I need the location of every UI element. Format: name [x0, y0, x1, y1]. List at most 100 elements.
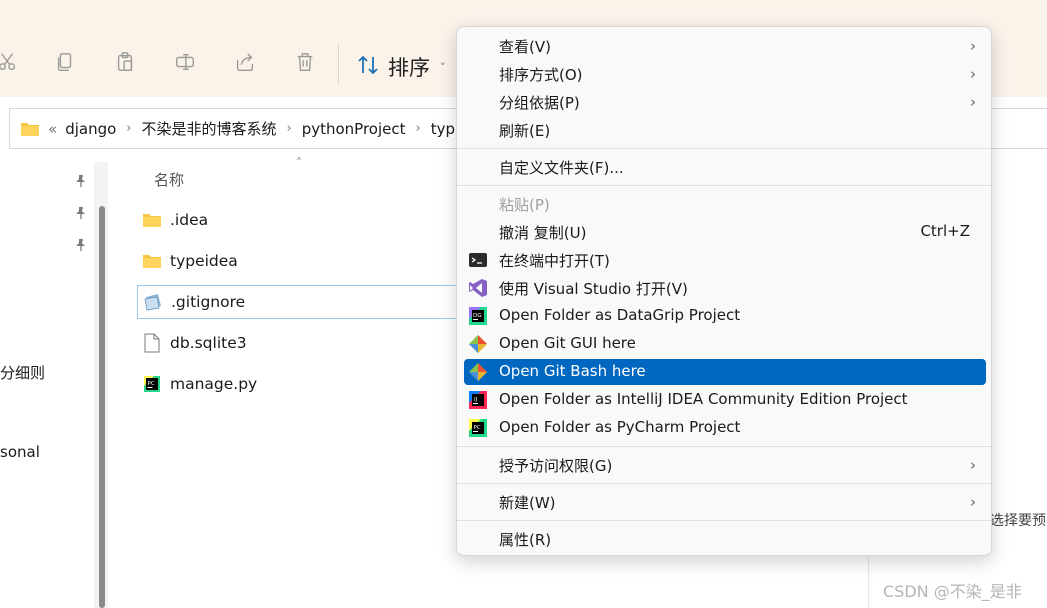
file-name: .gitignore	[171, 293, 246, 311]
menu-item-label: 使用 Visual Studio 打开(V)	[499, 280, 688, 298]
menu-item-intellij[interactable]: IJ Open Folder as IntelliJ IDEA Communit…	[464, 387, 986, 413]
pin-icon[interactable]	[74, 173, 88, 187]
git-bash-icon	[468, 362, 488, 382]
pin-icon[interactable]	[74, 237, 88, 251]
menu-item-datagrip[interactable]: DG Open Folder as DataGrip Project	[464, 303, 986, 329]
menu-item-git-gui[interactable]: Open Git GUI here	[464, 331, 986, 357]
chevron-right-icon: ›	[970, 493, 976, 511]
list-item[interactable]: typeidea	[137, 244, 467, 278]
menu-item-label: 在终端中打开(T)	[499, 252, 610, 270]
intellij-idea-icon: IJ	[468, 390, 488, 410]
chevron-right-icon: ›	[970, 65, 976, 83]
file-name: db.sqlite3	[170, 334, 247, 352]
menu-item-open-in-terminal[interactable]: 在终端中打开(T)	[464, 247, 986, 273]
file-name: manage.py	[170, 375, 258, 393]
copy-icon[interactable]	[53, 50, 77, 74]
pycharm-file-icon: PC	[141, 374, 163, 394]
svg-text:PC: PC	[148, 381, 155, 387]
gitignore-file-icon	[142, 292, 164, 312]
svg-text:PC: PC	[474, 425, 481, 431]
nav-item[interactable]: sonal	[0, 443, 40, 461]
svg-text:IJ: IJ	[474, 397, 478, 403]
menu-item-refresh[interactable]: 刷新(E)	[464, 117, 986, 143]
breadcrumb-item[interactable]: typ	[431, 120, 455, 138]
menu-item-label: 自定义文件夹(F)...	[499, 159, 624, 177]
pin-icon[interactable]	[74, 205, 88, 219]
menu-item-label: 排序方式(O)	[499, 66, 583, 84]
menu-item-view[interactable]: 查看(V) ›	[464, 33, 986, 59]
sort-label: 排序	[388, 56, 430, 80]
menu-item-label: 查看(V)	[499, 38, 551, 56]
nav-item[interactable]: 分细则	[0, 362, 45, 383]
menu-item-label: Open Folder as IntelliJ IDEA Community E…	[499, 390, 908, 408]
menu-item-open-visual-studio[interactable]: 使用 Visual Studio 打开(V)	[464, 275, 986, 301]
list-item[interactable]: PC manage.py	[137, 367, 467, 401]
chevron-right-icon[interactable]: ›	[287, 121, 292, 136]
menu-separator	[457, 185, 991, 186]
rename-icon[interactable]	[173, 50, 197, 74]
breadcrumb-overflow[interactable]: «	[48, 120, 57, 138]
chevron-right-icon[interactable]: ›	[126, 121, 131, 136]
menu-item-label: 刷新(E)	[499, 122, 551, 140]
menu-item-label: Open Folder as PyCharm Project	[499, 418, 741, 436]
menu-item-grant-access[interactable]: 授予访问权限(G) ›	[464, 452, 986, 478]
sort-ascending-icon: ˄	[296, 156, 302, 170]
menu-item-label: 属性(R)	[499, 531, 552, 549]
menu-item-label: Open Git GUI here	[499, 334, 636, 352]
chevron-right-icon: ›	[970, 37, 976, 55]
list-item[interactable]: db.sqlite3	[137, 326, 467, 360]
chevron-right-icon: ›	[970, 456, 976, 474]
menu-item-undo-copy[interactable]: 撤消 复制(U) Ctrl+Z	[464, 219, 986, 245]
sort-icon	[356, 53, 380, 81]
chevron-right-icon[interactable]: ›	[416, 121, 421, 136]
list-item[interactable]: .idea	[137, 203, 467, 237]
column-header-name[interactable]: 名称	[154, 169, 184, 190]
cut-icon[interactable]	[0, 50, 20, 74]
folder-icon	[141, 251, 163, 271]
menu-separator	[457, 148, 991, 149]
file-name: .idea	[170, 211, 209, 229]
preview-pane-hint: 选择要预	[990, 513, 1046, 529]
menu-item-label: 粘贴(P)	[499, 196, 550, 214]
menu-item-git-bash[interactable]: Open Git Bash here	[464, 359, 986, 385]
menu-item-label: Open Folder as DataGrip Project	[499, 306, 741, 324]
menu-item-properties[interactable]: 属性(R)	[464, 526, 986, 552]
shortcut-label: Ctrl+Z	[920, 222, 970, 240]
menu-item-pycharm[interactable]: PC Open Folder as PyCharm Project	[464, 415, 986, 441]
menu-separator	[457, 520, 991, 521]
nav-scrollbar-thumb[interactable]	[99, 206, 105, 608]
paste-icon[interactable]	[113, 50, 137, 74]
sort-button[interactable]: 排序 ˅	[356, 50, 446, 84]
menu-item-label: 授予访问权限(G)	[499, 457, 613, 475]
visual-studio-icon	[468, 278, 488, 298]
menu-item-label: 分组依据(P)	[499, 94, 580, 112]
menu-item-label: 撤消 复制(U)	[499, 224, 587, 242]
menu-item-new[interactable]: 新建(W) ›	[464, 489, 986, 515]
watermark: CSDN @不染_是非	[883, 582, 1022, 601]
delete-icon[interactable]	[293, 50, 317, 74]
menu-item-label: 新建(W)	[499, 494, 556, 512]
menu-item-group-by[interactable]: 分组依据(P) ›	[464, 89, 986, 115]
terminal-icon	[468, 250, 488, 270]
breadcrumb-item[interactable]: 不染是非的博客系统	[141, 118, 276, 139]
pycharm-icon: PC	[468, 418, 488, 438]
toolbar-divider	[338, 44, 339, 84]
git-gui-icon	[468, 334, 488, 354]
folder-icon	[141, 210, 163, 230]
datagrip-icon: DG	[468, 306, 488, 326]
menu-separator	[457, 446, 991, 447]
menu-item-sort-by[interactable]: 排序方式(O) ›	[464, 61, 986, 87]
menu-item-label: Open Git Bash here	[499, 362, 646, 380]
chevron-down-icon: ˅	[440, 60, 446, 74]
menu-item-customize-folder[interactable]: 自定义文件夹(F)...	[464, 154, 986, 180]
menu-separator	[457, 483, 991, 484]
breadcrumb-item[interactable]: django	[65, 120, 116, 138]
list-item[interactable]: .gitignore	[137, 285, 467, 319]
chevron-right-icon: ›	[970, 93, 976, 111]
file-name: typeidea	[170, 252, 238, 270]
blank-file-icon	[141, 333, 163, 353]
share-icon[interactable]	[233, 50, 257, 74]
context-menu: 查看(V) › 排序方式(O) › 分组依据(P) › 刷新(E) 自定义文件夹…	[456, 26, 992, 556]
breadcrumb-item[interactable]: pythonProject	[302, 120, 406, 138]
menu-item-paste: 粘贴(P)	[464, 191, 986, 217]
